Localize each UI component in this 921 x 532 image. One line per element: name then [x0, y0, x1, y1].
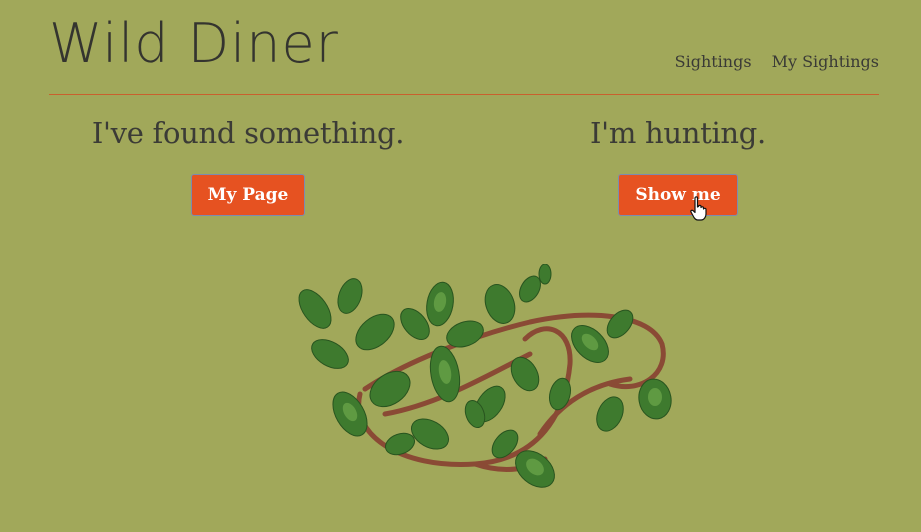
found-section: I've found something. My Page [68, 116, 428, 216]
found-heading: I've found something. [91, 116, 405, 150]
nav-sightings[interactable]: Sightings [675, 52, 752, 71]
site-header: Wild Diner Sightings My Sightings [49, 0, 879, 95]
purslane-plant-image [298, 264, 672, 488]
hand-pointer-cursor-icon [690, 196, 707, 221]
hunting-heading: I'm hunting. [590, 116, 766, 150]
site-logo[interactable]: Wild Diner [49, 12, 339, 75]
main-nav: Sightings My Sightings [675, 52, 879, 71]
hunting-section: I'm hunting. Show me [498, 116, 858, 216]
nav-my-sightings[interactable]: My Sightings [772, 52, 879, 71]
show-me-button[interactable]: Show me [618, 174, 738, 216]
my-page-button[interactable]: My Page [190, 174, 306, 216]
